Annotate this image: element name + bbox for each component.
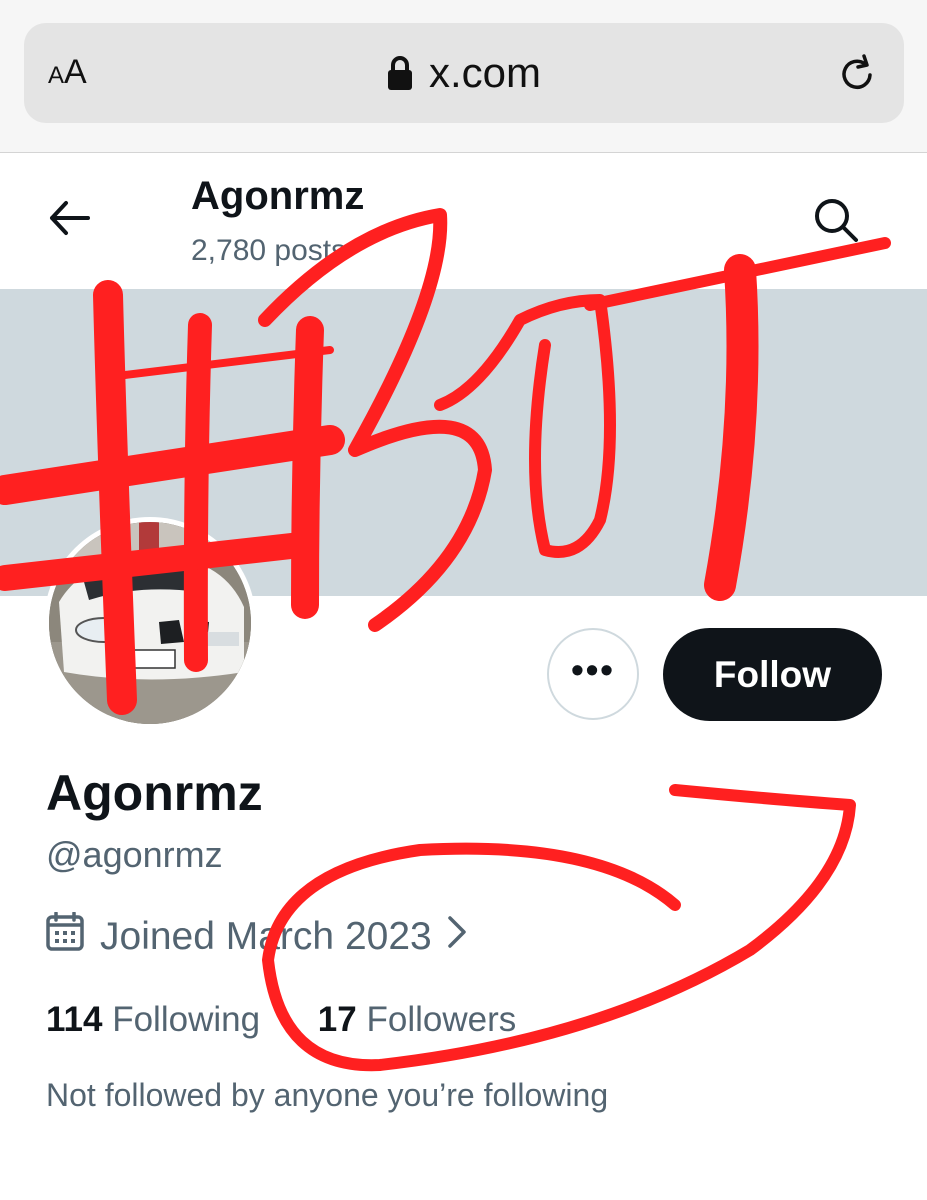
header-profile-name: Agonrmz — [191, 174, 365, 218]
following-count: 114 — [46, 1000, 103, 1039]
search-icon[interactable] — [812, 196, 860, 249]
following-link[interactable]: 114 Following — [46, 1000, 260, 1040]
more-options-button[interactable]: ••• — [547, 628, 639, 720]
not-followed-notice: Not followed by anyone you’re following — [46, 1077, 609, 1113]
reload-icon[interactable] — [838, 53, 878, 100]
joined-date-text: Joined March 2023 — [100, 915, 432, 958]
handle: @agonrmz — [46, 834, 223, 875]
followers-count: 17 — [317, 1000, 357, 1039]
lock-icon — [387, 53, 413, 101]
follow-button[interactable]: Follow — [663, 628, 882, 721]
url-text: x.com — [428, 49, 541, 96]
follow-stats: 114 Following 17 Followers — [46, 1000, 564, 1040]
post-count: 2,780 posts — [191, 234, 347, 267]
browser-toolbar: AA x.com — [0, 0, 927, 153]
address-bar[interactable]: AA x.com — [24, 23, 904, 123]
avatar[interactable] — [44, 517, 256, 729]
following-label: Following — [112, 1000, 261, 1039]
followers-label: Followers — [366, 1000, 517, 1039]
joined-date-row[interactable]: Joined March 2023 — [46, 911, 468, 962]
calendar-icon — [46, 911, 84, 962]
chevron-right-icon — [446, 914, 468, 960]
back-arrow-icon[interactable] — [48, 198, 90, 243]
avatar-image — [49, 522, 251, 724]
url-display: x.com — [24, 49, 904, 101]
display-name: Agonrmz — [46, 765, 263, 821]
followers-link[interactable]: 17 Followers — [318, 1000, 516, 1040]
